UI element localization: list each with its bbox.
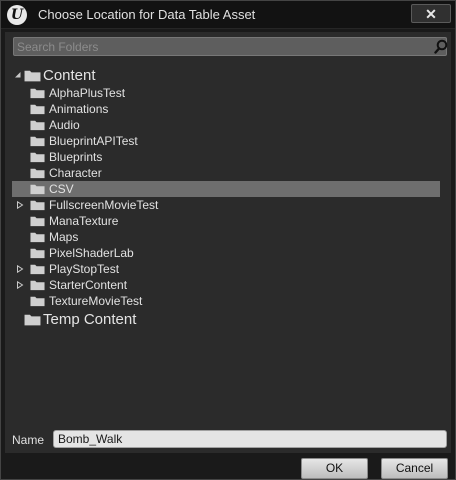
tree-item-maps[interactable]: Maps <box>12 229 440 245</box>
folder-picker-panel: Content AlphaPlusTest Animations Audio Bluep… <box>5 32 451 453</box>
tree-item-label: FullscreenMovieTest <box>49 198 159 212</box>
tree-item-label: ManaTexture <box>49 214 119 228</box>
tree-item-startercontent[interactable]: StarterContent <box>12 277 440 293</box>
tree-item-audio[interactable]: Audio <box>12 117 440 133</box>
folder-icon <box>30 232 45 243</box>
tree-item-label: StarterContent <box>49 278 128 292</box>
tree-item-manatexture[interactable]: ManaTexture <box>12 213 440 229</box>
search-box <box>13 37 448 56</box>
tree-item-character[interactable]: Character <box>12 165 440 181</box>
tree-item-label: Audio <box>49 118 80 132</box>
expand-arrow-icon[interactable] <box>16 265 24 273</box>
tree-root-temp-content[interactable]: Temp Content <box>12 309 440 329</box>
folder-icon <box>30 136 45 147</box>
tree-item-label: Content <box>43 67 96 84</box>
folder-icon <box>24 70 41 82</box>
folder-icon <box>30 216 45 227</box>
tree-item-alphaplustest[interactable]: AlphaPlusTest <box>12 85 440 101</box>
tree-item-fullscreenmovietest[interactable]: FullscreenMovieTest <box>12 197 440 213</box>
tree-item-label: AlphaPlusTest <box>49 86 126 100</box>
tree-item-label: Character <box>49 166 102 180</box>
asset-name-input[interactable] <box>53 430 447 448</box>
collapse-arrow-icon[interactable] <box>14 71 22 79</box>
folder-icon <box>30 184 45 195</box>
tree-item-animations[interactable]: Animations <box>12 101 440 117</box>
folder-icon <box>30 120 45 131</box>
tree-item-pixelshaderlab[interactable]: PixelShaderLab <box>12 245 440 261</box>
tree-item-label: PlayStopTest <box>49 262 120 276</box>
tree-item-texturemovietest[interactable]: TextureMovieTest <box>12 293 440 309</box>
folder-icon <box>30 88 45 99</box>
tree-item-csv[interactable]: CSV <box>12 181 440 197</box>
folder-icon <box>30 168 45 179</box>
dialog-title: Choose Location for Data Table Asset <box>38 7 256 22</box>
folder-icon <box>30 296 45 307</box>
folder-icon <box>30 264 45 275</box>
folder-icon <box>30 152 45 163</box>
tree-item-label: BlueprintAPITest <box>49 134 138 148</box>
expand-arrow-icon[interactable] <box>16 281 24 289</box>
title-bar[interactable]: U Choose Location for Data Table Asset ✕ <box>1 1 455 29</box>
name-label: Name <box>12 433 45 447</box>
expand-arrow-icon[interactable] <box>16 201 24 209</box>
search-input[interactable] <box>17 38 422 55</box>
tree-item-blueprints[interactable]: Blueprints <box>12 149 440 165</box>
tree-item-label: Temp Content <box>43 311 137 328</box>
ok-button[interactable]: OK <box>301 458 368 479</box>
tree-item-label: CSV <box>49 182 74 196</box>
tree-item-label: Maps <box>49 230 79 244</box>
tree-item-label: Blueprints <box>49 150 103 164</box>
folder-icon <box>24 314 41 326</box>
folder-icon <box>30 280 45 291</box>
tree-item-blueprintapitest[interactable]: BlueprintAPITest <box>12 133 440 149</box>
folder-icon <box>30 104 45 115</box>
folder-icon <box>30 200 45 211</box>
close-button[interactable]: ✕ <box>411 4 451 23</box>
cancel-button[interactable]: Cancel <box>381 458 448 479</box>
folder-icon <box>30 248 45 259</box>
folder-tree: Content AlphaPlusTest Animations Audio Bluep… <box>5 65 451 329</box>
tree-item-label: PixelShaderLab <box>49 246 134 260</box>
close-icon: ✕ <box>425 5 437 22</box>
dialog-window: U Choose Location for Data Table Asset ✕… <box>0 0 456 480</box>
search-icon[interactable] <box>434 39 448 54</box>
tree-item-label: TextureMovieTest <box>49 294 143 308</box>
tree-item-playstoptest[interactable]: PlayStopTest <box>12 261 440 277</box>
tree-root-content[interactable]: Content <box>12 65 440 85</box>
unreal-logo-icon: U <box>7 5 27 25</box>
tree-item-label: Animations <box>49 102 109 116</box>
